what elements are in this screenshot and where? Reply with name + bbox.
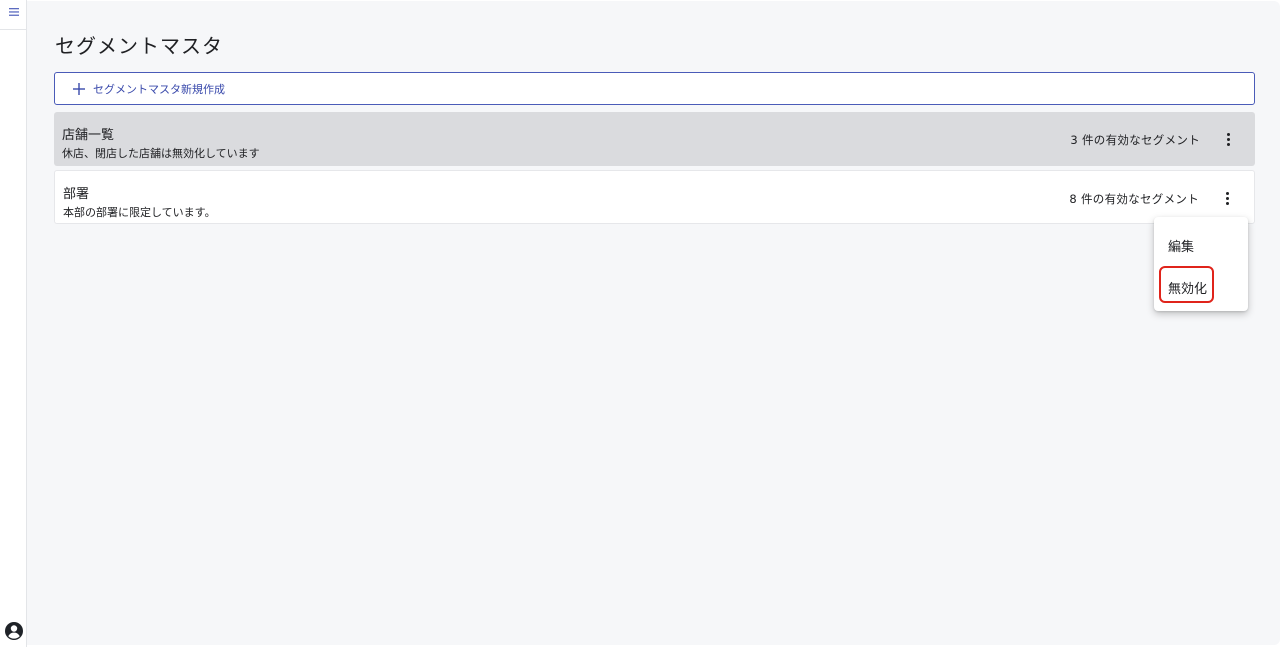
page-title: セグメントマスタ: [55, 34, 223, 58]
more-vertical-icon[interactable]: [1218, 188, 1236, 208]
add-segment-master-label: セグメントマスタ新規作成: [93, 82, 225, 96]
add-segment-master-button[interactable]: セグメントマスタ新規作成: [54, 72, 1255, 105]
more-vertical-icon[interactable]: [1219, 129, 1237, 149]
segment-count: 3 件の有効なセグメント: [1070, 133, 1200, 147]
segment-description: 休店、閉店した店舗は無効化しています: [62, 147, 260, 160]
segment-row[interactable]: 店舗一覧 休店、閉店した店舗は無効化しています 3 件の有効なセグメント: [54, 112, 1255, 166]
user-circle-icon: [5, 622, 23, 640]
menu-item-disable[interactable]: 無効化: [1168, 278, 1207, 297]
row-context-menu: 編集 無効化: [1154, 217, 1248, 311]
segment-count: 8 件の有効なセグメント: [1069, 192, 1199, 206]
segment-row[interactable]: 部署 本部の部署に限定しています。 8 件の有効なセグメント: [54, 170, 1255, 224]
segment-title: 部署: [63, 187, 90, 202]
segment-title: 店舗一覧: [62, 128, 115, 143]
hamburger-menu-icon: [8, 8, 19, 16]
user-account-button[interactable]: [4, 621, 24, 641]
main-content: セグメントマスタ セグメントマスタ新規作成 店舗一覧 休店、閉店した店舗は無効化…: [27, 1, 1280, 645]
hamburger-menu-button[interactable]: [0, 0, 27, 30]
segment-description: 本部の部署に限定しています。: [63, 206, 216, 219]
menu-item-edit[interactable]: 編集: [1168, 236, 1194, 255]
side-rail: [0, 0, 27, 647]
plus-icon: [73, 82, 85, 95]
